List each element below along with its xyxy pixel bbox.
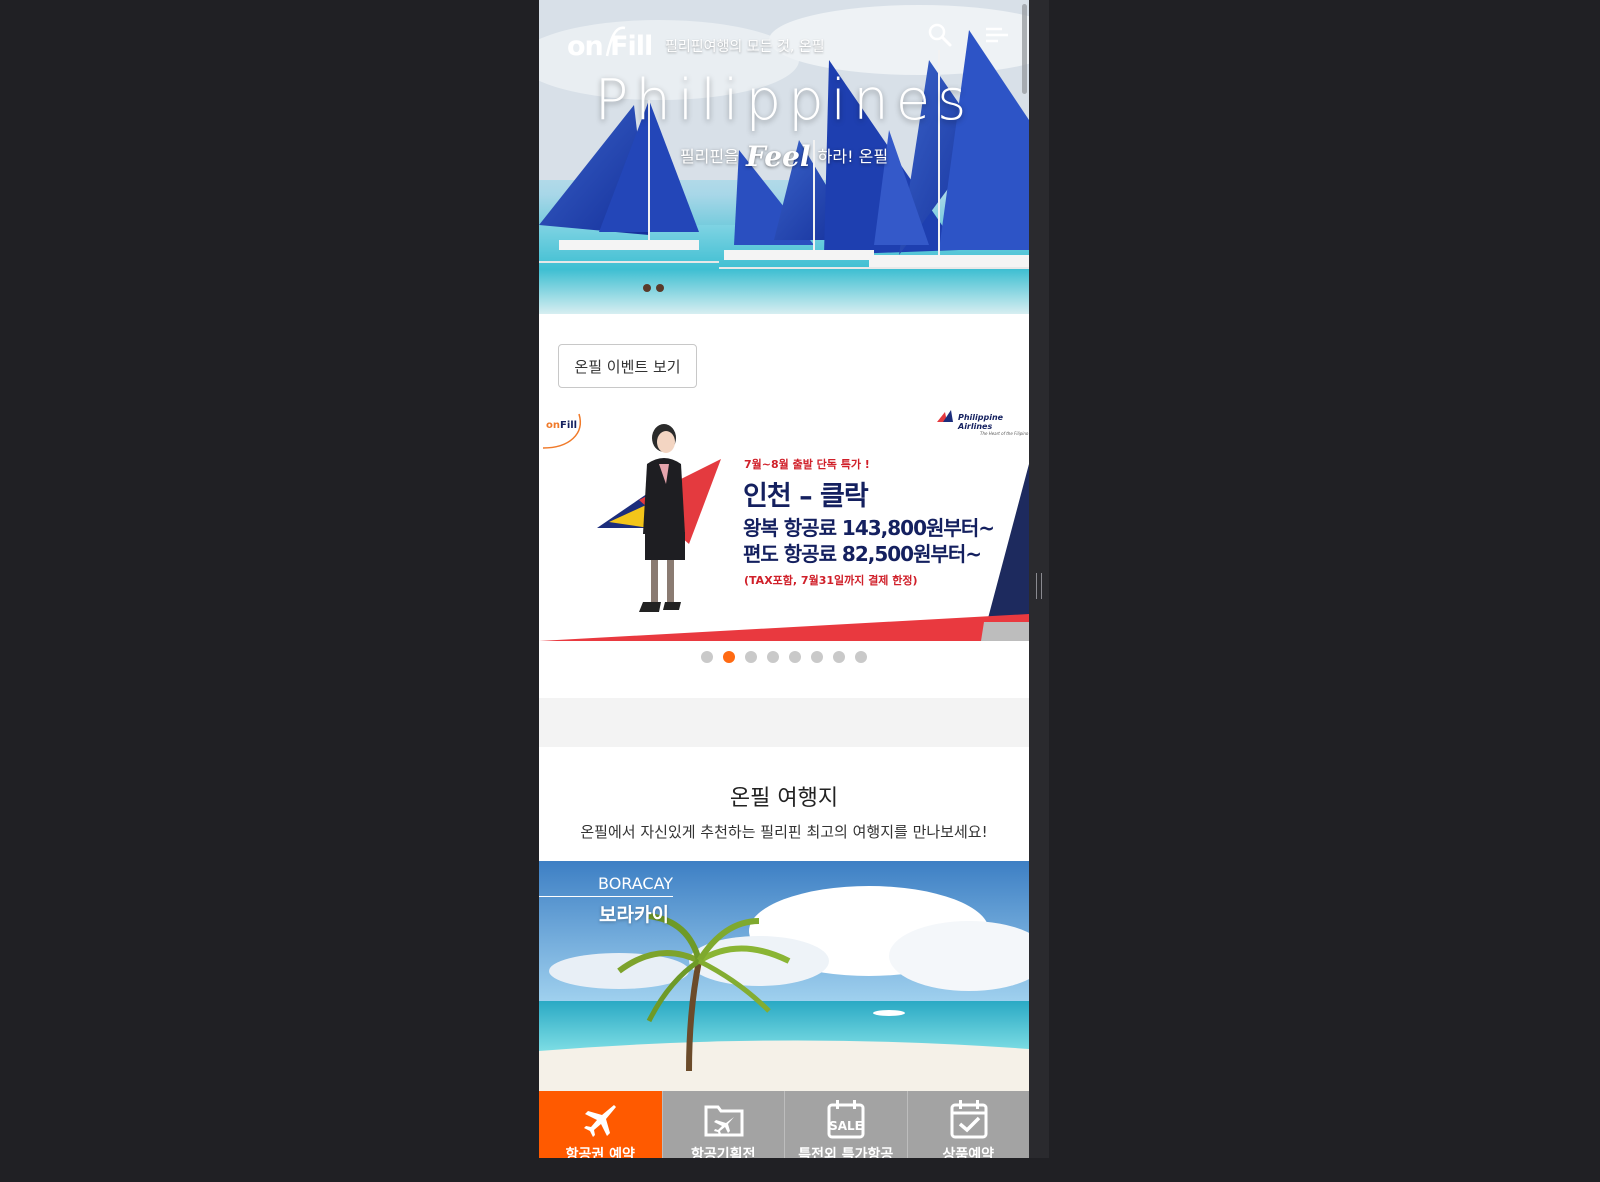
destination-name-ko: 보라카이 [599,904,669,926]
destinations-title: 온필 여행지 [729,786,839,811]
promo-route: 인천 – 클락 [743,481,869,512]
section-divider [539,698,1029,747]
nav-flight-booking[interactable]: 항공권 예약 [539,1091,662,1158]
svg-text:Fill: Fill [560,420,577,431]
destination-name-en: BORACAY [598,874,674,893]
promo-banner[interactable]: on Fill Philippine Airlines The Heart of… [539,404,1029,641]
nav-product-booking[interactable]: 상품예약 [906,1091,1029,1158]
nav-label: 항공기획전 [691,1147,756,1158]
svg-text:SALE: SALE [829,1119,863,1133]
carousel-dot[interactable] [855,651,867,663]
carousel-dot[interactable] [701,651,713,663]
airline-logo: Philippine Airlines The Heart of the Fil… [958,413,1029,436]
sale-calendar-icon: SALE [827,1100,865,1139]
bottom-navigation: 항공권 예약 항공기획전 SALE 특전외 특가항공 상품예약 [539,1091,1029,1158]
hero-subtitle-before: 필리핀을 [679,147,739,166]
promo-small-text: 7월~8월 출발 단독 특가 ! [744,458,870,471]
hero-banner: on Fill 필리핀여행의 모든 것, 온필 Philippines 필리핀을… [539,0,1029,314]
folder-plane-icon [704,1105,743,1137]
carousel-dot[interactable] [767,651,779,663]
destinations-subtitle: 온필에서 자신있게 추천하는 필리핀 최고의 여행지를 만나보세요! [580,823,988,841]
search-icon [928,23,952,47]
carousel-dot[interactable] [745,651,757,663]
page-scrollbar[interactable] [1022,4,1027,94]
menu-button[interactable] [982,20,1012,50]
promo-oneway: 편도 항공료 82,500원부터~ [743,542,982,566]
carousel-dot[interactable] [723,651,735,663]
promo-roundtrip: 왕복 항공료 143,800원부터~ [743,516,995,540]
svg-text:on: on [546,420,560,431]
airline-tagline: The Heart of the Filipino [980,431,1029,436]
carousel-dot[interactable] [789,651,801,663]
site-logo[interactable]: on Fill 필리핀여행의 모든 것, 온필 [567,26,824,58]
onfill-logo-icon: on Fill [567,26,653,58]
hero-subtitle: 필리핀을 Feel 하라! 온필 [539,140,1029,173]
carousel-pagination [539,651,1029,663]
nav-special-deals[interactable]: SALE 특전외 특가항공 [784,1091,907,1158]
search-button[interactable] [925,20,955,50]
promo-note: (TAX포함, 7월31일까지 결제 한정) [744,574,918,587]
nav-label: 특전외 특가항공 [798,1147,894,1158]
destination-divider [539,896,673,897]
resize-handle[interactable] [1036,573,1042,599]
check-calendar-icon [950,1100,987,1139]
hero-subtitle-feel: Feel [745,140,811,173]
carousel-dot[interactable] [811,651,823,663]
nav-label: 상품예약 [942,1147,995,1158]
svg-text:on: on [567,31,603,58]
airplane-icon [584,1105,616,1137]
site-tagline: 필리핀여행의 모든 것, 온필 [665,39,825,55]
event-view-button[interactable]: 온필 이벤트 보기 [558,344,697,388]
svg-text:Fill: Fill [610,31,652,58]
carousel-dot[interactable] [833,651,845,663]
airline-name: Philippine Airlines [958,413,1004,431]
nav-flight-exhibition[interactable]: 항공기획전 [661,1091,784,1158]
mobile-viewport: on Fill 필리핀여행의 모든 것, 온필 Philippines 필리핀을… [539,0,1029,1158]
hero-subtitle-after: 하라! 온필 [817,147,889,166]
nav-label: 항공권 예약 [565,1147,635,1158]
hero-title: Philippines [594,68,974,133]
menu-icon [986,27,1008,43]
destination-card-boracay[interactable]: BORACAY 보라카이 [539,861,1029,1091]
